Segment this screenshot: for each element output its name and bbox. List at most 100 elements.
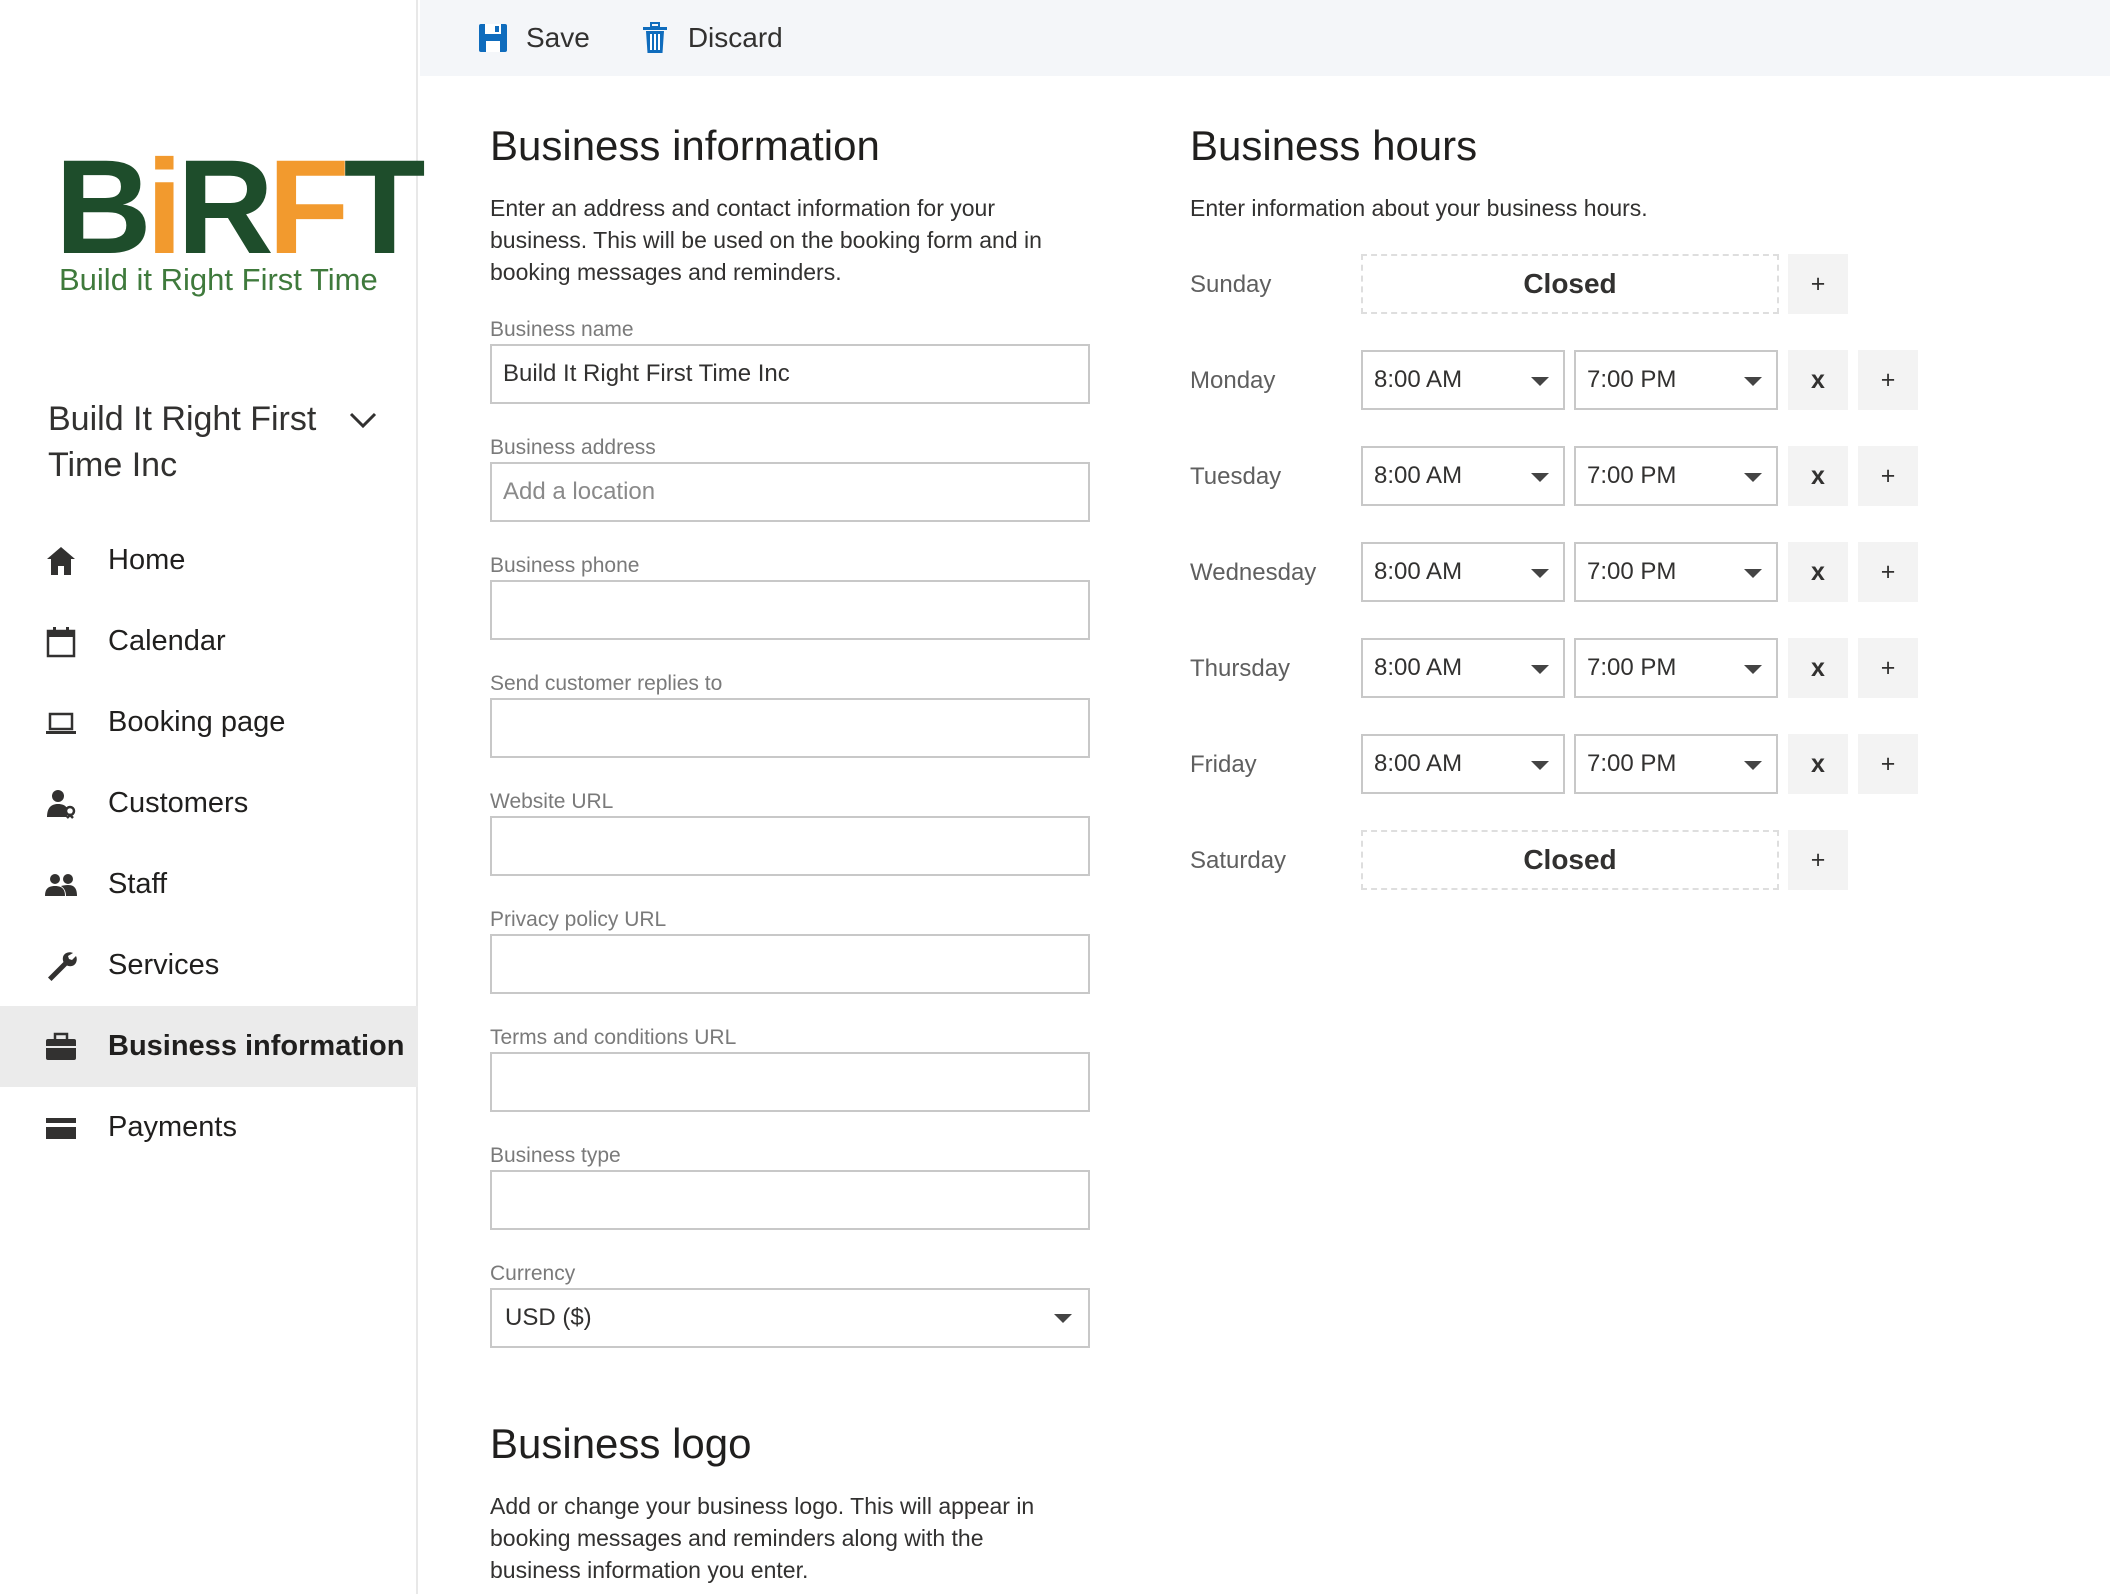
website-url-input[interactable] (490, 816, 1090, 876)
caret-down-icon (1531, 761, 1549, 770)
logo-letter: i (145, 133, 183, 282)
sidebar-item-calendar[interactable]: Calendar (0, 601, 418, 682)
business-information-title: Business information (490, 122, 880, 169)
sidebar-item-home[interactable]: Home (0, 520, 418, 601)
sidebar-item-label: Home (108, 544, 186, 576)
business-address-label: Business address (490, 436, 656, 459)
business-type-input[interactable] (490, 1170, 1090, 1230)
discard-button[interactable]: Discard (640, 22, 783, 54)
open-time-select[interactable]: 8:00 AM (1361, 350, 1565, 410)
logo-letter: T (343, 133, 426, 282)
trash-icon (642, 22, 667, 53)
business-name-input[interactable] (490, 344, 1090, 404)
terms-url-input[interactable] (490, 1052, 1090, 1112)
open-time-select[interactable]: 8:00 AM (1361, 542, 1565, 602)
privacy-policy-url-input[interactable] (490, 934, 1090, 994)
briefcase-icon (44, 1030, 78, 1064)
remove-hours-button[interactable]: x (1788, 446, 1848, 506)
closed-slot[interactable]: Closed (1361, 254, 1779, 314)
add-hours-button[interactable]: + (1858, 446, 1918, 506)
add-hours-button[interactable]: + (1788, 830, 1848, 890)
open-time-value: 8:00 AM (1374, 654, 1463, 681)
sidebar-item-staff[interactable]: Staff (0, 844, 418, 925)
remove-hours-button[interactable]: x (1788, 638, 1848, 698)
credit-card-icon (44, 1111, 78, 1145)
sidebar-item-label: Customers (108, 787, 249, 819)
staff-icon (44, 868, 78, 902)
remove-hours-button[interactable]: x (1788, 350, 1848, 410)
logo-letter: B (55, 133, 152, 282)
add-hours-button[interactable]: + (1858, 542, 1918, 602)
open-time-value: 8:00 AM (1374, 366, 1463, 393)
open-time-value: 8:00 AM (1374, 558, 1463, 585)
currency-select[interactable]: USD ($) (490, 1288, 1090, 1348)
close-time-value: 7:00 PM (1587, 558, 1677, 585)
day-name: Monday (1190, 367, 1276, 394)
discard-button-label: Discard (687, 22, 783, 53)
close-time-value: 7:00 PM (1587, 654, 1677, 681)
day-name: Tuesday (1190, 463, 1282, 490)
open-time-select[interactable]: 8:00 AM (1361, 638, 1565, 698)
save-icon (479, 24, 507, 52)
add-hours-button[interactable]: + (1858, 350, 1918, 410)
caret-down-icon (1744, 761, 1762, 770)
close-time-value: 7:00 PM (1587, 366, 1677, 393)
terms-url-label: Terms and conditions URL (490, 1026, 737, 1049)
sidebar-item-label: Booking page (108, 706, 286, 738)
company-logo: BiRFT Build it Right First Time (55, 141, 426, 300)
logo-letter: R (177, 133, 274, 282)
add-hours-button[interactable]: + (1858, 638, 1918, 698)
business-phone-input[interactable] (490, 580, 1090, 640)
sidebar-item-booking-page[interactable]: Booking page (0, 682, 418, 763)
org-switcher[interactable]: Build It Right First Time Inc (48, 396, 378, 488)
day-name: Saturday (1190, 847, 1287, 874)
caret-down-icon (1744, 377, 1762, 386)
open-time-value: 8:00 AM (1374, 462, 1463, 489)
caret-down-icon (1744, 473, 1762, 482)
add-hours-button[interactable]: + (1788, 254, 1848, 314)
caret-down-icon (1531, 377, 1549, 386)
business-name-label: Business name (490, 318, 634, 341)
wrench-icon (44, 949, 78, 983)
sidebar-item-label: Payments (108, 1111, 237, 1143)
home-icon (44, 544, 78, 578)
chevron-down-icon (349, 412, 377, 429)
business-phone-label: Business phone (490, 554, 640, 577)
close-time-select[interactable]: 7:00 PM (1574, 350, 1778, 410)
close-time-select[interactable]: 7:00 PM (1574, 734, 1778, 794)
open-time-select[interactable]: 8:00 AM (1361, 446, 1565, 506)
hours-row-saturday: Saturday Closed + (1190, 830, 2050, 926)
hours-row-tuesday: Tuesday 8:00 AM 7:00 PM x + (1190, 446, 2050, 542)
sidebar-item-business-information[interactable]: Business information (0, 1006, 418, 1087)
customer-replies-input[interactable] (490, 698, 1090, 758)
sidebar-item-label: Staff (108, 868, 168, 900)
sidebar-item-services[interactable]: Services (0, 925, 418, 1006)
remove-hours-button[interactable]: x (1788, 734, 1848, 794)
laptop-icon (44, 706, 78, 740)
caret-down-icon (1744, 569, 1762, 578)
hours-row-monday: Monday 8:00 AM 7:00 PM x + (1190, 350, 2050, 446)
sidebar-item-payments[interactable]: Payments (0, 1087, 418, 1168)
sidebar-item-customers[interactable]: Customers (0, 763, 418, 844)
hours-row-sunday: Sunday Closed + (1190, 254, 2050, 350)
customer-icon (44, 787, 78, 821)
business-hours-title: Business hours (1190, 122, 1478, 169)
business-address-input[interactable] (490, 462, 1090, 522)
open-time-select[interactable]: 8:00 AM (1361, 734, 1565, 794)
closed-slot[interactable]: Closed (1361, 830, 1779, 890)
business-logo-section: Business logo Add or change your busines… (490, 1418, 1090, 1586)
logo-letter: F (267, 133, 350, 282)
add-hours-button[interactable]: + (1858, 734, 1918, 794)
close-time-select[interactable]: 7:00 PM (1574, 542, 1778, 602)
close-time-select[interactable]: 7:00 PM (1574, 638, 1778, 698)
sidebar: BiRFT Build it Right First Time Build It… (0, 0, 426, 1594)
save-button[interactable]: Save (478, 22, 590, 54)
business-type-label: Business type (490, 1144, 621, 1167)
day-name: Sunday (1190, 271, 1272, 298)
command-bar: Save Discard (420, 0, 2110, 76)
remove-hours-button[interactable]: x (1788, 542, 1848, 602)
close-time-select[interactable]: 7:00 PM (1574, 446, 1778, 506)
caret-down-icon (1531, 665, 1549, 674)
caret-down-icon (1744, 665, 1762, 674)
caret-down-icon (1054, 1314, 1072, 1323)
